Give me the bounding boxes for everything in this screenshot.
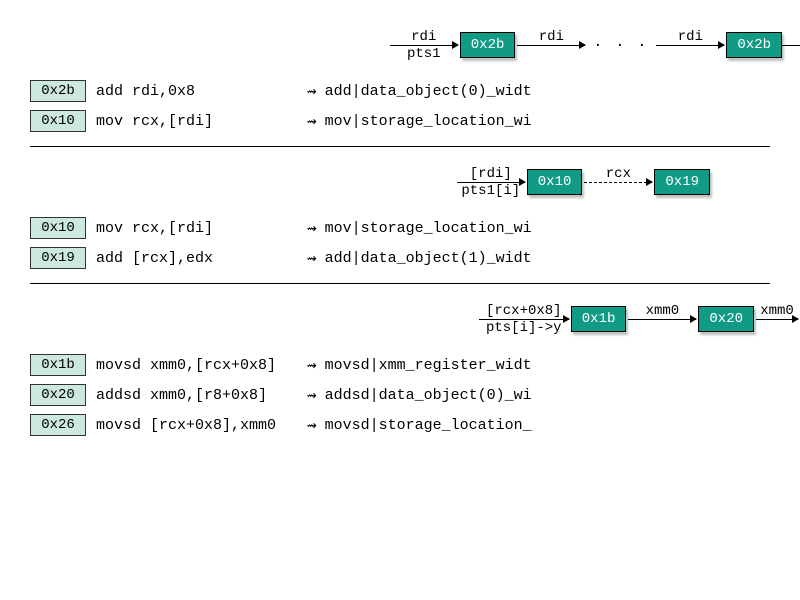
address-tag: 0x1b (30, 354, 86, 376)
divider (30, 146, 770, 147)
asm-text: addsd xmm0,[r8+0x8] (96, 387, 301, 404)
asm-text: mov rcx,[rdi] (96, 220, 301, 237)
section-1: rdipts1 0x2b rdi · · · rdi 0x2b 0x2b add… (30, 20, 770, 132)
divider (30, 283, 770, 284)
instruction-row: 0x10 mov rcx,[rdi] ⇝ mov|storage_locatio… (30, 110, 770, 132)
instruction-row: 0x20 addsd xmm0,[r8+0x8] ⇝ addsd|data_ob… (30, 384, 770, 406)
flow-diagram-3: [rcx+0x8]pts[i]->y 0x1b xmm0 0x20 xmm0 (30, 294, 800, 344)
instruction-row: 0x2b add rdi,0x8 ⇝ add|data_object(0)_wi… (30, 80, 770, 102)
flow-node: 0x2b (460, 32, 516, 58)
address-tag: 0x26 (30, 414, 86, 436)
flow-diagram-2: [rdi]pts1[i] 0x10 rcx 0x19 (30, 157, 770, 207)
address-tag: 0x19 (30, 247, 86, 269)
edge-label: [rdi] (470, 166, 512, 182)
section-3: [rcx+0x8]pts[i]->y 0x1b xmm0 0x20 xmm0 0… (30, 294, 770, 436)
description-text: mov|storage_location_wi (325, 220, 770, 237)
description-text: mov|storage_location_wi (325, 113, 770, 130)
asm-text: movsd [rcx+0x8],xmm0 (96, 417, 301, 434)
edge-label: rcx (606, 166, 631, 182)
address-tag: 0x10 (30, 217, 86, 239)
address-tag: 0x10 (30, 110, 86, 132)
edge-label: xmm0 (760, 303, 794, 319)
edge-label: rdi (411, 29, 436, 45)
asm-text: add [rcx],edx (96, 250, 301, 267)
instruction-row: 0x26 movsd [rcx+0x8],xmm0 ⇝ movsd|storag… (30, 414, 770, 436)
flow-node: 0x10 (527, 169, 583, 195)
asm-text: mov rcx,[rdi] (96, 113, 301, 130)
description-text: addsd|data_object(0)_wi (325, 387, 770, 404)
instruction-row: 0x19 add [rcx],edx ⇝ add|data_object(1)_… (30, 247, 770, 269)
flow-node: 0x19 (654, 169, 710, 195)
description-text: add|data_object(1)_widt (325, 250, 770, 267)
maps-to-icon: ⇝ (307, 248, 317, 268)
edge-label: rdi (678, 29, 703, 45)
edge-label: pts[i]->y (486, 320, 562, 336)
maps-to-icon: ⇝ (307, 81, 317, 101)
description-text: add|data_object(0)_widt (325, 83, 770, 100)
instruction-row: 0x1b movsd xmm0,[rcx+0x8] ⇝ movsd|xmm_re… (30, 354, 770, 376)
address-tag: 0x2b (30, 80, 86, 102)
maps-to-icon: ⇝ (307, 111, 317, 131)
edge-label: pts1[i] (461, 183, 520, 199)
edge-label: xmm0 (646, 303, 680, 319)
edge-label: pts1 (407, 46, 441, 62)
address-tag: 0x20 (30, 384, 86, 406)
edge-label: rdi (539, 29, 564, 45)
instruction-row: 0x10 mov rcx,[rdi] ⇝ mov|storage_locatio… (30, 217, 770, 239)
asm-text: movsd xmm0,[rcx+0x8] (96, 357, 301, 374)
maps-to-icon: ⇝ (307, 415, 317, 435)
flow-node: 0x1b (571, 306, 627, 332)
flow-diagram-1: rdipts1 0x2b rdi · · · rdi 0x2b (30, 20, 800, 70)
edge-label: [rcx+0x8] (486, 303, 562, 319)
flow-node: 0x2b (726, 32, 782, 58)
description-text: movsd|xmm_register_widt (325, 357, 770, 374)
section-2: [rdi]pts1[i] 0x10 rcx 0x19 0x10 mov rcx,… (30, 157, 770, 269)
maps-to-icon: ⇝ (307, 385, 317, 405)
description-text: movsd|storage_location_ (325, 417, 770, 434)
maps-to-icon: ⇝ (307, 355, 317, 375)
flow-node: 0x20 (698, 306, 754, 332)
asm-text: add rdi,0x8 (96, 83, 301, 100)
ellipsis: · · · (593, 37, 648, 54)
maps-to-icon: ⇝ (307, 218, 317, 238)
